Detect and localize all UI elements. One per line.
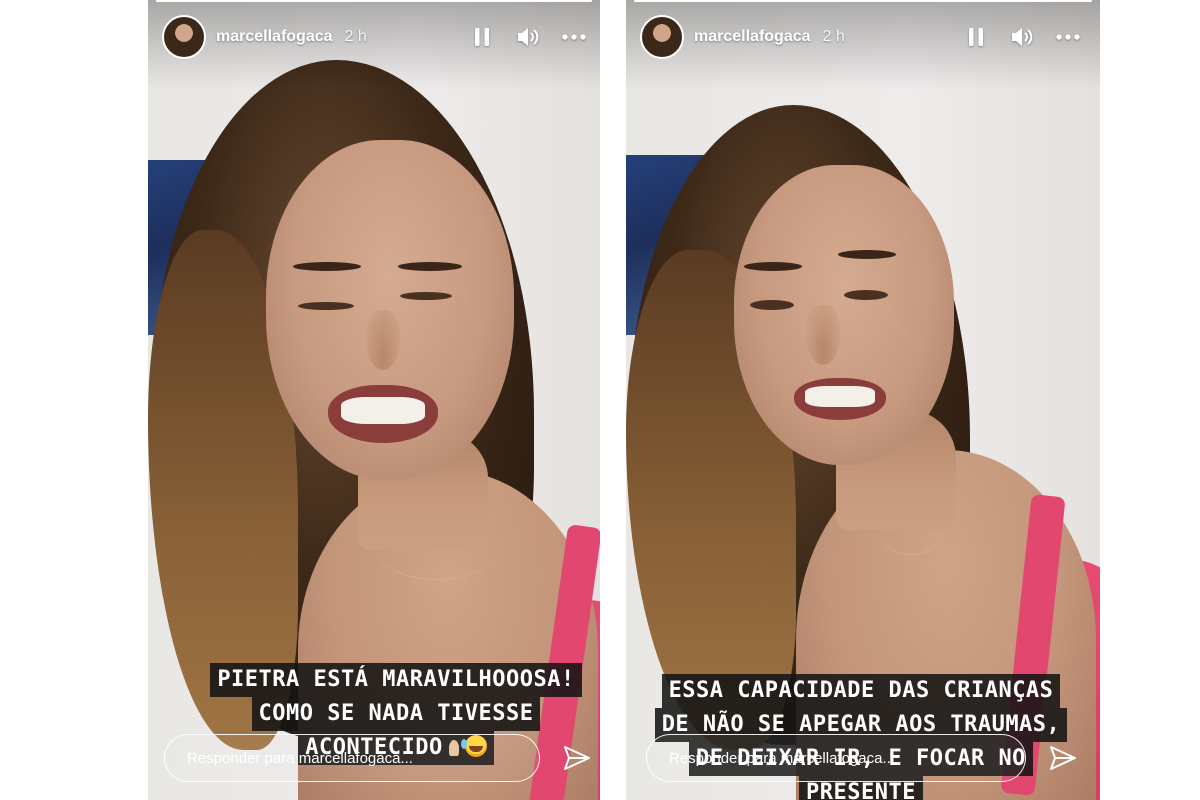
- avatar[interactable]: [162, 15, 206, 59]
- story-panel-2[interactable]: marcellafogaca 2 h ESSA CAPACIDADE DAS C…: [626, 0, 1100, 800]
- caption-line: PIETRA ESTÁ MARAVILHOOOSA!: [210, 663, 582, 697]
- reply-bar: [646, 734, 1078, 782]
- right-eyebrow: [398, 262, 462, 271]
- story-controls: [470, 25, 586, 49]
- volume-icon[interactable]: [516, 25, 540, 49]
- story-header: marcellafogaca 2 h: [162, 14, 586, 60]
- reply-input[interactable]: [164, 734, 540, 782]
- left-eyebrow: [744, 262, 802, 271]
- left-eyebrow: [293, 262, 361, 271]
- story-controls: [964, 25, 1080, 49]
- nose: [806, 305, 840, 365]
- caption-line: COMO SE NADA TIVESSE: [251, 697, 541, 731]
- story-progress-fill: [156, 0, 592, 2]
- necklace: [876, 495, 946, 555]
- left-eye: [750, 300, 794, 310]
- left-eye: [298, 302, 354, 310]
- story-progress-bar: [156, 0, 592, 2]
- pause-icon[interactable]: [470, 25, 494, 49]
- story-header: marcellafogaca 2 h: [640, 14, 1080, 60]
- caption-line: ESSA CAPACIDADE DAS CRIANÇAS: [661, 674, 1061, 708]
- right-eye: [400, 292, 452, 300]
- pause-icon[interactable]: [964, 25, 988, 49]
- right-eye: [844, 290, 888, 300]
- teeth: [341, 396, 425, 425]
- send-icon[interactable]: [1048, 743, 1078, 773]
- post-time: 2 h: [822, 28, 845, 45]
- story-progress-bar: [634, 0, 1092, 2]
- teeth: [805, 386, 875, 407]
- send-icon[interactable]: [562, 743, 592, 773]
- nose: [366, 310, 400, 370]
- face: [734, 165, 954, 465]
- reply-input[interactable]: [646, 734, 1026, 782]
- username[interactable]: marcellafogaca: [216, 28, 333, 46]
- more-options-icon[interactable]: [562, 25, 586, 49]
- story-panel-1[interactable]: marcellafogaca 2 h PIETRA ESTÁ MARAVILHO…: [148, 0, 600, 800]
- username[interactable]: marcellafogaca: [694, 28, 811, 46]
- more-options-icon[interactable]: [1056, 25, 1080, 49]
- right-eyebrow: [838, 250, 896, 259]
- smiling-mouth: [328, 385, 438, 443]
- reply-bar: [164, 734, 592, 782]
- volume-icon[interactable]: [1010, 25, 1034, 49]
- necklace: [378, 520, 498, 580]
- story-progress-fill: [634, 0, 1092, 2]
- post-time: 2 h: [344, 28, 367, 45]
- avatar[interactable]: [640, 15, 684, 59]
- smiling-mouth: [794, 378, 886, 420]
